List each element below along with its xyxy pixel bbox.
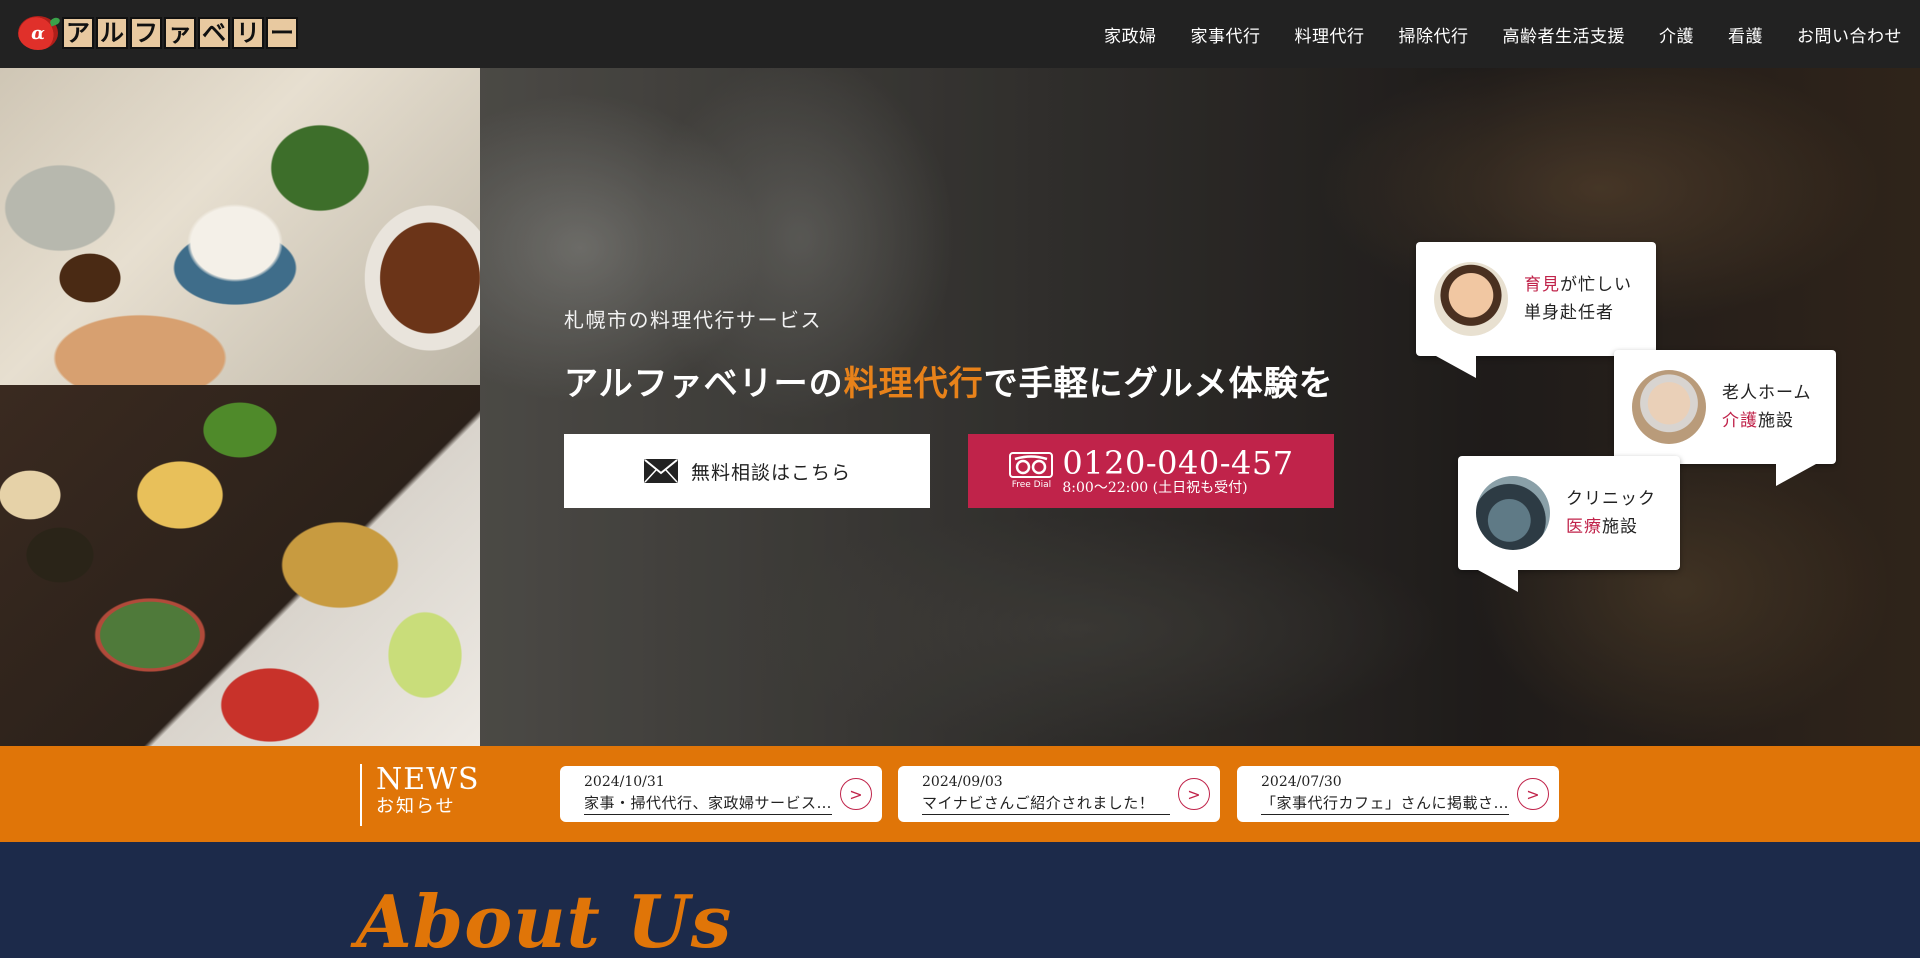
news-title: NEWS: [376, 762, 480, 797]
hero-subtitle: 札幌市の料理代行サービス: [564, 308, 822, 332]
logo-char: フ: [130, 17, 162, 49]
bubble-text: 育見が忙しい 単身赴任者: [1524, 271, 1632, 327]
bubble-clinic: クリニック 医療施設: [1458, 456, 1680, 570]
news-heading: NEWS お知らせ: [360, 764, 480, 826]
nav-item-housekeeper[interactable]: 家政婦: [1087, 22, 1174, 47]
about-section: About Us: [0, 842, 1920, 958]
chevron-right-icon[interactable]: >: [1178, 778, 1210, 810]
phone-button[interactable]: Free Dial 0120-040-457 8:00〜22:00 (土日祝も受…: [968, 434, 1334, 508]
nav-item-care[interactable]: 介護: [1642, 22, 1711, 47]
chevron-right-icon[interactable]: >: [840, 778, 872, 810]
bubble-line1: 老人ホーム: [1722, 383, 1812, 403]
nav-item-elderly-support[interactable]: 高齢者生活支援: [1486, 22, 1643, 47]
avatar-child: [1434, 262, 1508, 336]
hero-title-accent: 料理代行: [843, 364, 984, 404]
main-nav: 家政婦 家事代行 料理代行 掃除代行 高齢者生活支援 介護 看護 お問い合わせ: [1087, 0, 1902, 68]
news-bar: NEWS お知らせ 2024/10/31 家事・掃代代行、家政婦サービスの… >…: [0, 746, 1920, 842]
site-header: α ア ル フ ァ ベ リ ー 家政婦 家事代行 料理代行 掃除代行 高齢者生活…: [0, 0, 1920, 68]
nav-item-contact[interactable]: お問い合わせ: [1780, 22, 1902, 47]
free-consult-label: 無料相談はこちら: [690, 461, 851, 484]
bubble-line1: クリニック: [1566, 489, 1656, 509]
bubble-highlight: 医療: [1566, 517, 1602, 537]
nav-item-cooking[interactable]: 料理代行: [1278, 22, 1382, 47]
food-photo-bottom: [0, 385, 480, 746]
avatar-clinic: [1476, 476, 1550, 550]
bubble-line2: 施設: [1602, 517, 1638, 537]
bubble-nursing-home: 老人ホーム 介護施設: [1614, 350, 1836, 464]
bubble-line2: 施設: [1758, 411, 1794, 431]
hero-title-before: アルファベリーの: [564, 364, 844, 404]
chevron-right-icon[interactable]: >: [1517, 778, 1549, 810]
news-card[interactable]: 2024/10/31 家事・掃代代行、家政婦サービスの… >: [560, 766, 882, 822]
news-date: 2024/09/03: [922, 774, 1003, 790]
avatar-elder: [1632, 370, 1706, 444]
news-card[interactable]: 2024/09/03 マイナビさんご紹介されました！ >: [898, 766, 1220, 822]
logo-char: リ: [232, 17, 264, 49]
bubble-busy-single: 育見が忙しい 単身赴任者: [1416, 242, 1656, 356]
bubble-text: 老人ホーム 介護施設: [1722, 379, 1812, 435]
logo-char: ァ: [164, 17, 196, 49]
bubble-highlight: 介護: [1722, 411, 1758, 431]
phone-number: 0120-040-457: [1062, 444, 1294, 482]
news-card[interactable]: 2024/07/30 「家事代行カフェ」さんに掲載さ… >: [1237, 766, 1559, 822]
bubble-highlight: 育見: [1524, 275, 1560, 295]
nav-item-housework[interactable]: 家事代行: [1174, 22, 1278, 47]
hero-title: アルファベリーの料理代行で手軽にグルメ体験を: [564, 356, 1334, 405]
news-date: 2024/10/31: [584, 774, 665, 790]
about-title: About Us: [356, 879, 733, 958]
food-photo-top: [0, 68, 480, 385]
mail-icon: [643, 459, 678, 483]
news-text: 「家事代行カフェ」さんに掲載さ…: [1261, 792, 1509, 815]
news-text: 家事・掃代代行、家政婦サービスの…: [584, 792, 832, 815]
logo-text: ア ル フ ァ ベ リ ー: [62, 17, 298, 49]
bubble-line2: 単身赴任者: [1524, 303, 1614, 323]
freedial-label: Free Dial: [1011, 480, 1052, 490]
logo-char: ル: [96, 17, 128, 49]
free-consult-button[interactable]: 無料相談はこちら: [564, 434, 930, 508]
news-subtitle: お知らせ: [376, 796, 456, 817]
phone-texts: 0120-040-457 8:00〜22:00 (土日祝も受付): [1062, 446, 1293, 496]
nav-item-nursing[interactable]: 看護: [1711, 22, 1780, 47]
hero-section: 札幌市の料理代行サービス アルファベリーの料理代行で手軽にグルメ体験を 無料相談…: [0, 68, 1920, 746]
news-text: マイナビさんご紹介されました！: [922, 792, 1170, 815]
logo-mark-icon: α: [18, 16, 58, 50]
bubble-text: クリニック 医療施設: [1566, 485, 1656, 541]
freedial-icon: [1009, 452, 1054, 478]
logo-char: ア: [62, 17, 94, 49]
news-date: 2024/07/30: [1261, 774, 1342, 790]
site-logo[interactable]: α ア ル フ ァ ベ リ ー: [18, 15, 298, 51]
freedial-badge: Free Dial: [1008, 452, 1054, 490]
bubble-line1: が忙しい: [1560, 275, 1632, 295]
phone-hours: 8:00〜22:00 (土日祝も受付): [1062, 480, 1248, 496]
logo-char: ベ: [198, 17, 230, 49]
logo-char: ー: [266, 17, 298, 49]
nav-item-cleaning[interactable]: 掃除代行: [1382, 22, 1486, 47]
hero-title-after: で手軽にグルメ体験を: [983, 364, 1334, 404]
